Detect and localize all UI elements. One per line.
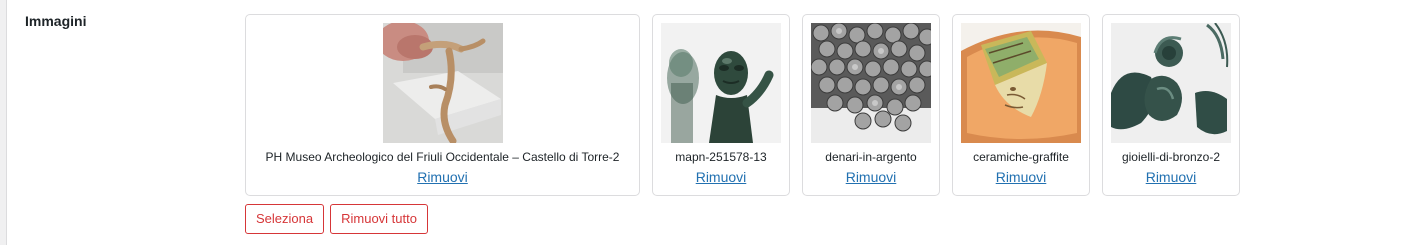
gallery-actions: Seleziona Rimuovi tutto <box>245 204 428 234</box>
image-gallery: PH Museo Archeologico del Friuli Occiden… <box>245 14 1240 196</box>
image-card: PH Museo Archeologico del Friuli Occiden… <box>245 14 640 196</box>
bronze-figurine-photo[interactable] <box>661 23 781 143</box>
image-card: gioielli-di-bronzo-2 Rimuovi <box>1102 14 1240 196</box>
select-button[interactable]: Seleziona <box>245 204 325 234</box>
remove-image-link[interactable]: Rimuovi <box>1146 169 1197 185</box>
bronze-jewels-photo[interactable] <box>1111 23 1231 143</box>
bone-fibula-photo[interactable] <box>382 23 503 143</box>
image-caption: gioielli-di-bronzo-2 <box>1121 150 1221 164</box>
remove-image-link[interactable]: Rimuovi <box>996 169 1047 185</box>
image-card: mapn-251578-13 Rimuovi <box>652 14 790 196</box>
ceramic-bowl-photo[interactable] <box>961 23 1081 143</box>
remove-image-link[interactable]: Rimuovi <box>417 169 468 185</box>
remove-image-link[interactable]: Rimuovi <box>696 169 747 185</box>
remove-image-link[interactable]: Rimuovi <box>846 169 897 185</box>
image-caption: ceramiche-graffite <box>973 150 1069 164</box>
image-card: denari-in-argento Rimuovi <box>802 14 940 196</box>
image-caption: mapn-251578-13 <box>675 150 767 164</box>
image-caption: denari-in-argento <box>825 150 917 164</box>
remove-all-button[interactable]: Rimuovi tutto <box>330 204 428 234</box>
image-caption: PH Museo Archeologico del Friuli Occiden… <box>265 150 620 164</box>
field-label: Immagini <box>25 13 87 29</box>
images-field-panel: Immagini PH Museo Archeologico del Friul… <box>6 0 1418 245</box>
silver-coins-photo[interactable] <box>811 23 931 143</box>
image-card: ceramiche-graffite Rimuovi <box>952 14 1090 196</box>
